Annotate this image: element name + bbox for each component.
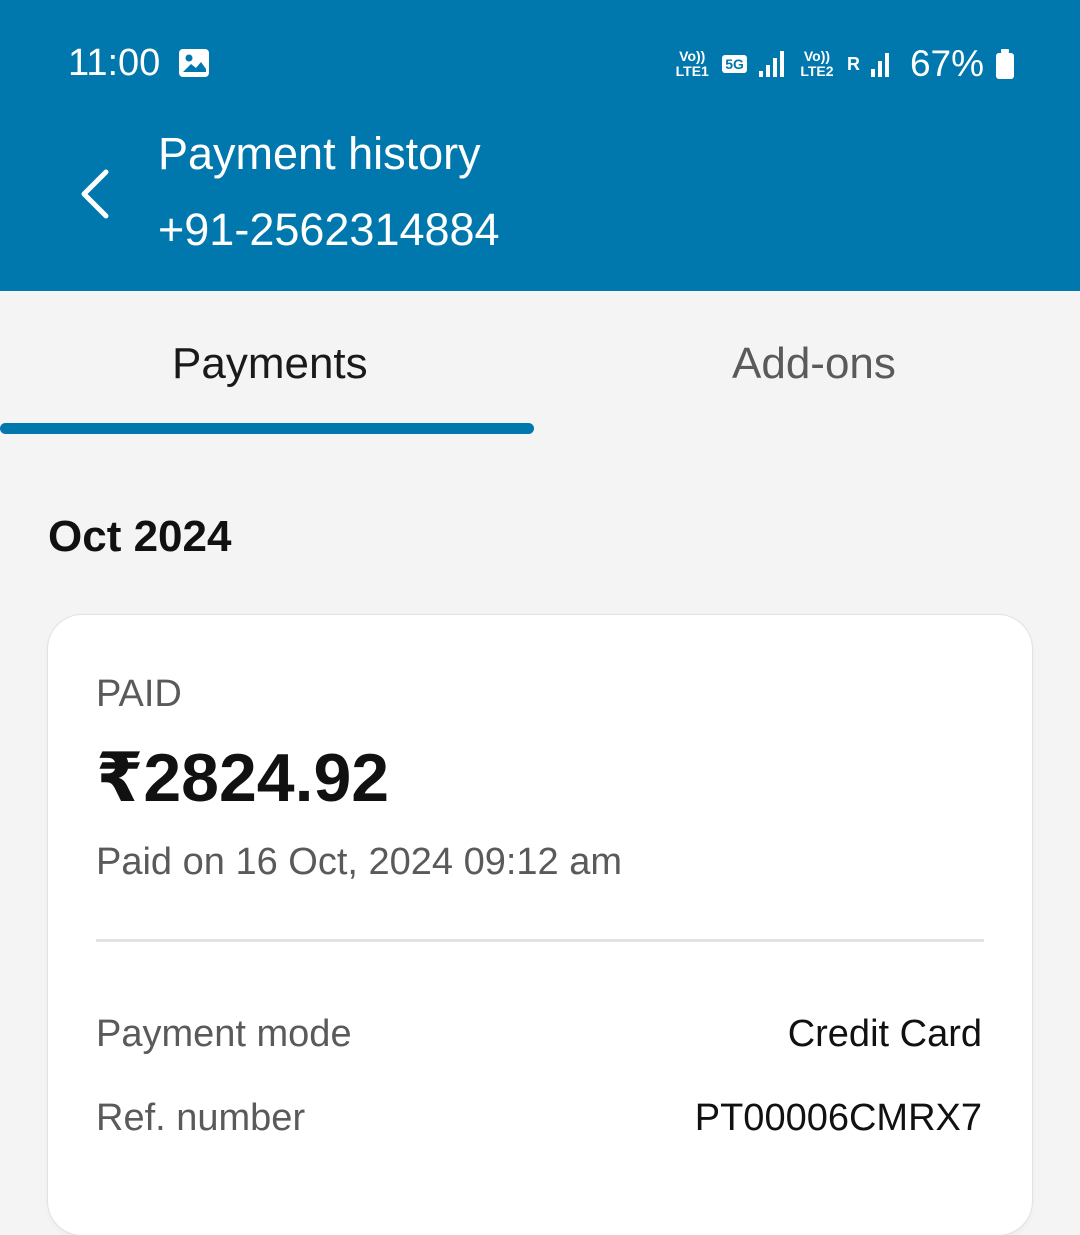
volte-lte2-label: Vo)) LTE2 (800, 48, 834, 79)
status-bar: 11:00 Vo)) LTE1 5G Vo)) LTE2 R 67% (0, 0, 1080, 120)
status-time: 11:00 (68, 42, 161, 84)
payment-status: PAID (96, 673, 182, 715)
payment-card[interactable]: PAID ₹2824.92 Paid on 16 Oct, 2024 09:12… (48, 615, 1032, 1235)
tab-payments[interactable]: Payments (172, 339, 368, 389)
payment-amount: ₹2824.92 (96, 740, 390, 816)
roaming-indicator: R (846, 53, 860, 74)
5g-badge: 5G (722, 55, 747, 73)
app-header: 11:00 Vo)) LTE1 5G Vo)) LTE2 R 67% Payme… (0, 0, 1080, 291)
signal-icon (758, 51, 784, 77)
back-button[interactable] (72, 166, 120, 222)
month-heading: Oct 2024 (48, 512, 232, 561)
tab-add-ons[interactable]: Add-ons (732, 339, 896, 389)
tab-bar: Payments Add-ons (0, 291, 1080, 436)
payment-mode-value: Credit Card (787, 1013, 982, 1055)
gallery-icon (179, 49, 209, 77)
payment-mode-label: Payment mode (96, 1013, 352, 1055)
battery-percent: 67% (909, 43, 984, 84)
ref-number-value: PT00006CMRX7 (694, 1097, 982, 1139)
phone-number: +91-2562314884 (158, 204, 500, 255)
active-tab-indicator (0, 423, 534, 434)
divider (96, 939, 984, 942)
status-indicators: Vo)) LTE1 5G Vo)) LTE2 R 67% (672, 40, 1016, 88)
page-title: Payment history (158, 128, 481, 179)
payment-date: Paid on 16 Oct, 2024 09:12 am (96, 841, 623, 883)
ref-number-label: Ref. number (96, 1097, 306, 1139)
battery-icon (996, 49, 1014, 79)
volte-lte1-label: Vo)) LTE1 (675, 48, 709, 79)
signal-2-icon (870, 53, 889, 77)
